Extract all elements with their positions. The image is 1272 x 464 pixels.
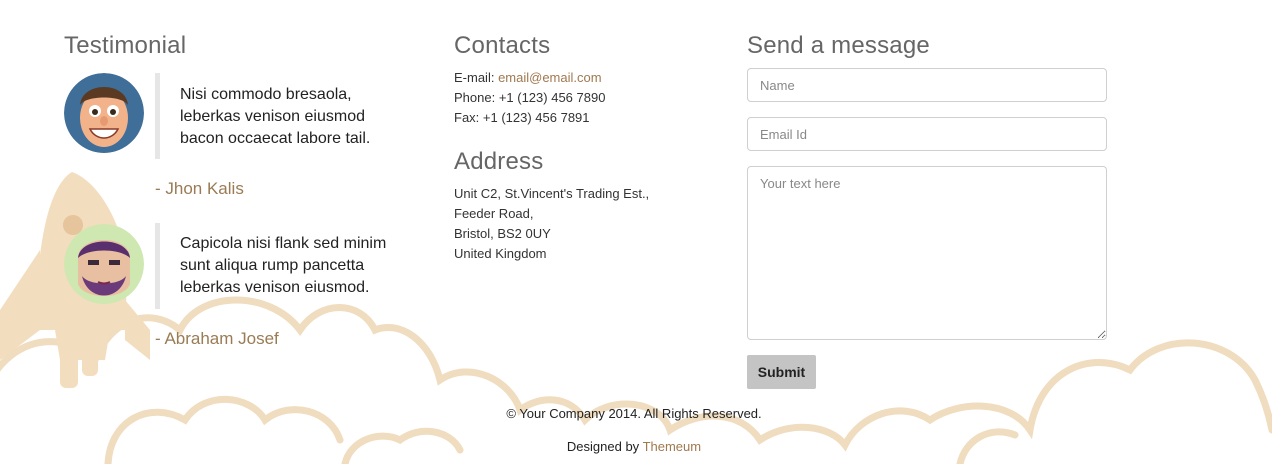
designer-link[interactable]: Themeum bbox=[643, 439, 702, 454]
address-line: United Kingdom bbox=[454, 246, 547, 261]
avatar-bearded-man bbox=[64, 224, 144, 304]
name-input[interactable] bbox=[747, 68, 1107, 102]
footer-credit: Designed by Themeum bbox=[0, 439, 1268, 454]
address-title: Address bbox=[454, 148, 544, 175]
contact-phone: Phone: +1 (123) 456 7890 bbox=[454, 90, 606, 105]
email-input[interactable] bbox=[747, 117, 1107, 151]
designed-by-label: Designed by bbox=[566, 439, 643, 454]
testimonial-title: Testimonial bbox=[64, 32, 187, 59]
contacts-title: Contacts bbox=[454, 32, 551, 59]
submit-button[interactable]: Submit bbox=[747, 355, 816, 389]
contact-fax: Fax: +1 (123) 456 7891 bbox=[454, 110, 590, 125]
email-link[interactable]: email@email.com bbox=[498, 70, 602, 85]
footer-copyright: © Your Company 2014. All Rights Reserved… bbox=[506, 406, 762, 421]
address-line: Bristol, BS2 0UY bbox=[454, 226, 551, 241]
message-textarea[interactable] bbox=[747, 166, 1107, 340]
contact-email-line: E-mail: email@email.com bbox=[454, 68, 605, 88]
testimonial-quote-2: Capicola nisi flank sed minim sunt aliqu… bbox=[155, 223, 400, 309]
send-message-title: Send a message bbox=[747, 32, 930, 59]
address-block: Unit C2, St.Vincent's Trading Est., Feed… bbox=[454, 184, 649, 264]
email-label: E-mail: bbox=[454, 70, 499, 85]
address-line: Unit C2, St.Vincent's Trading Est., bbox=[454, 186, 650, 201]
avatar-cartoon-man bbox=[64, 73, 144, 153]
testimonial-quote-1: Nisi commodo bresaola, leberkas venison … bbox=[155, 73, 395, 159]
address-line: Feeder Road, bbox=[454, 206, 534, 221]
testimonial-author-2: - Abraham Josef bbox=[155, 329, 279, 348]
contact-details: E-mail: email@email.com Phone: +1 (123) … bbox=[454, 68, 605, 128]
testimonial-author-1: - Jhon Kalis bbox=[155, 179, 244, 198]
